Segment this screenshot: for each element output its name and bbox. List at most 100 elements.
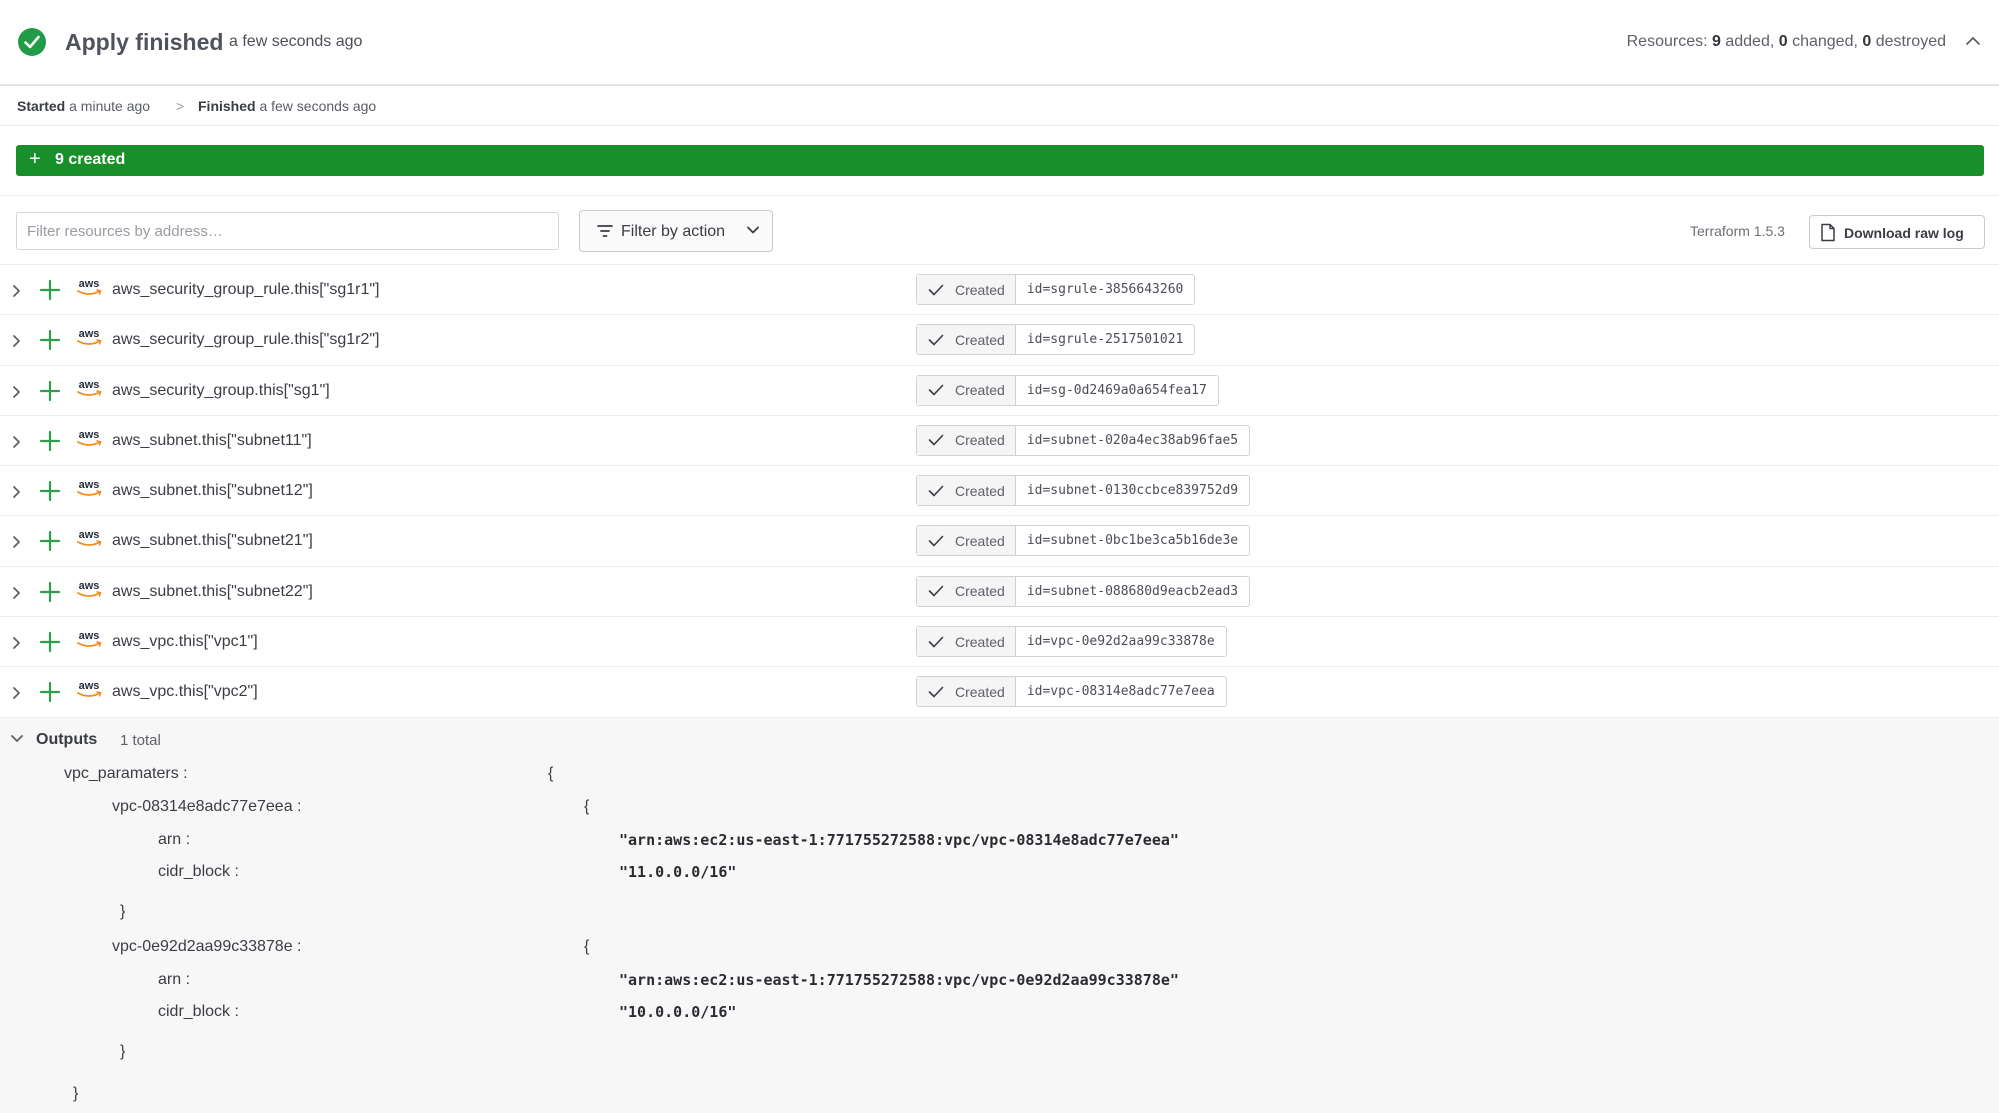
svg-text:aws: aws	[79, 680, 100, 692]
status-box: Created id=sgrule-3856643260	[916, 274, 1196, 305]
status-label: Created	[955, 331, 1005, 348]
plus-icon	[39, 682, 61, 703]
chevron-right-icon[interactable]	[11, 334, 21, 348]
filter-resources-input[interactable]	[16, 212, 559, 250]
download-raw-log-label: Download raw log	[1844, 225, 1964, 241]
status-badge: Created	[917, 576, 1016, 606]
check-icon	[928, 334, 944, 346]
chevron-right-icon[interactable]	[11, 485, 21, 499]
output-root-key: vpc_paramaters :	[64, 765, 188, 782]
svg-text:aws: aws	[79, 529, 100, 541]
resource-id: id=sgrule-2517501021	[1026, 332, 1184, 348]
resource-address: aws_subnet.this["subnet22"]	[112, 582, 313, 600]
page-title: Apply finished	[65, 29, 224, 55]
close-brace: }	[73, 1085, 79, 1102]
download-raw-log-button[interactable]: Download raw log	[1809, 215, 1985, 249]
resource-row[interactable]: aws aws_security_group_rule.this["sg1r1"…	[0, 265, 1999, 316]
status-badge: Created	[917, 677, 1016, 707]
resource-id: id=subnet-0130ccbce839752d9	[1026, 483, 1239, 499]
status-label: Created	[955, 683, 1005, 700]
timeline-separator: >	[176, 98, 185, 114]
created-summary-bar[interactable]: + 9 created	[16, 145, 1984, 176]
arn-value: "arn:aws:ec2:us-east-1:771755272588:vpc/…	[619, 831, 1179, 849]
outputs-panel: Outputs 1 total vpc_paramaters : { vpc-0…	[0, 718, 1999, 1113]
check-icon	[928, 535, 944, 547]
status-label: Created	[955, 281, 1005, 298]
arn-value: "arn:aws:ec2:us-east-1:771755272588:vpc/…	[619, 971, 1179, 989]
check-icon	[928, 284, 944, 295]
status-badge: Created	[917, 325, 1016, 355]
terraform-version: Terraform 1.5.3	[1690, 223, 1785, 239]
started-info: Started a minute ago	[17, 98, 150, 114]
close-brace: }	[120, 903, 126, 920]
status-label: Created	[955, 583, 1005, 600]
status-badge: Created	[917, 375, 1016, 405]
chevron-up-icon[interactable]	[1965, 34, 1981, 52]
chevron-down-icon[interactable]	[10, 733, 24, 745]
status-badge: Created	[917, 275, 1016, 304]
resource-row[interactable]: aws aws_vpc.this["vpc1"] Created id=vpc-…	[0, 617, 1999, 668]
chevron-right-icon[interactable]	[11, 385, 21, 399]
aws-logo-icon: aws	[77, 379, 102, 396]
resource-row[interactable]: aws aws_security_group.this["sg1"] Creat…	[0, 366, 1999, 416]
resource-row[interactable]: aws aws_vpc.this["vpc2"] Created id=vpc-…	[0, 667, 1999, 718]
svg-text:aws: aws	[79, 379, 100, 391]
status-box: Created id=subnet-0bc1be3ca5b16de3e	[916, 525, 1251, 557]
resource-address: aws_security_group.this["sg1"]	[112, 381, 330, 399]
aws-logo-icon: aws	[77, 580, 102, 597]
resource-row[interactable]: aws aws_subnet.this["subnet11"] Created …	[0, 416, 1999, 467]
check-icon	[928, 585, 944, 597]
added-count: 9	[1712, 33, 1721, 50]
svg-text:aws: aws	[79, 429, 100, 441]
filter-by-action-button[interactable]: Filter by action	[579, 210, 773, 252]
status-label: Created	[955, 382, 1005, 399]
finished-info: Finished a few seconds ago	[198, 98, 376, 114]
chevron-right-icon[interactable]	[11, 586, 21, 600]
status-badge: Created	[917, 627, 1016, 657]
cidr-block-value: "10.0.0.0/16"	[619, 1003, 737, 1021]
plus-icon	[39, 430, 61, 451]
resource-row[interactable]: aws aws_subnet.this["subnet12"] Created …	[0, 466, 1999, 517]
chevron-right-icon[interactable]	[11, 686, 21, 700]
cidr-block-key: cidr_block :	[158, 1003, 239, 1020]
chevron-down-icon	[747, 226, 759, 234]
status-badge: Created	[917, 476, 1016, 506]
chevron-right-icon[interactable]	[11, 284, 21, 298]
plus-icon	[39, 330, 61, 351]
status-box: Created id=subnet-088680d9eacb2ead3	[916, 575, 1251, 607]
resource-id: id=sgrule-3856643260	[1026, 282, 1184, 297]
aws-logo-icon: aws	[77, 479, 102, 497]
svg-text:aws: aws	[79, 580, 100, 592]
check-icon	[928, 384, 944, 396]
plus-icon	[39, 481, 61, 502]
resource-row[interactable]: aws aws_subnet.this["subnet22"] Created …	[0, 567, 1999, 618]
plus-icon	[39, 279, 61, 301]
status-box: Created id=sg-0d2469a0a654fea17	[916, 374, 1219, 406]
outputs-title: Outputs	[36, 731, 98, 748]
aws-logo-icon: aws	[77, 429, 102, 446]
status-label: Created	[955, 532, 1005, 549]
outputs-count: 1 total	[120, 732, 161, 749]
chevron-right-icon[interactable]	[11, 535, 21, 549]
status-badge: Created	[917, 526, 1016, 556]
run-header: Apply finished a few seconds ago Resourc…	[0, 0, 1999, 86]
resource-row[interactable]: aws aws_subnet.this["subnet21"] Created …	[0, 516, 1999, 567]
added-label: added,	[1720, 33, 1779, 50]
resource-id: id=vpc-0e92d2aa99c33878e	[1026, 634, 1215, 650]
chevron-right-icon[interactable]	[11, 435, 21, 449]
chevron-right-icon[interactable]	[11, 636, 21, 650]
started-time: a minute ago	[69, 98, 151, 114]
resource-address: aws_subnet.this["subnet12"]	[112, 482, 313, 500]
filter-by-action-label: Filter by action	[621, 223, 726, 240]
svg-text:aws: aws	[79, 630, 100, 642]
output-entry-key: vpc-08314e8adc77e7eea :	[112, 798, 302, 815]
changed-label: changed,	[1787, 33, 1863, 50]
resource-address: aws_subnet.this["subnet11"]	[112, 431, 312, 449]
resources-prefix: Resources:	[1626, 33, 1712, 50]
status-box: Created id=vpc-0e92d2aa99c33878e	[916, 626, 1227, 658]
aws-logo-icon: aws	[77, 328, 102, 346]
resource-row[interactable]: aws aws_security_group_rule.this["sg1r2"…	[0, 315, 1999, 366]
arn-key: arn :	[158, 971, 191, 988]
aws-logo-icon: aws	[77, 278, 102, 295]
status-box: Created id=subnet-020a4ec38ab96fae5	[916, 424, 1251, 456]
